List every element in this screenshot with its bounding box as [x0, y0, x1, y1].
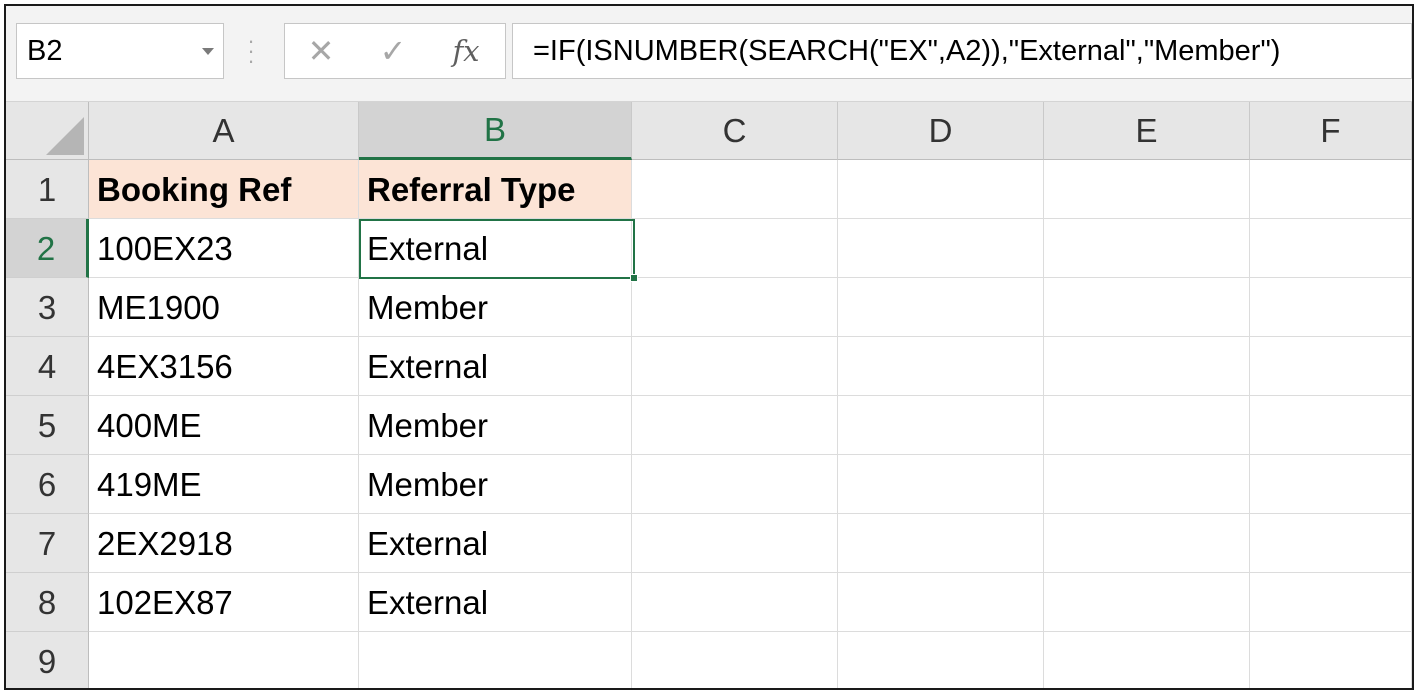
cell-c8[interactable] — [632, 573, 838, 632]
cell-f1[interactable] — [1250, 160, 1412, 219]
cell-f7[interactable] — [1250, 514, 1412, 573]
cell-d7[interactable] — [838, 514, 1044, 573]
row-header-9[interactable]: 9 — [6, 632, 89, 688]
spreadsheet-grid: A B C D E F 1 2 3 4 5 6 7 8 9 Booking Re… — [6, 102, 1412, 688]
name-box-value: B2 — [27, 35, 63, 67]
row-header-2[interactable]: 2 — [6, 219, 89, 278]
cell-c6[interactable] — [632, 455, 838, 514]
cell-e6[interactable] — [1044, 455, 1250, 514]
row-header-3[interactable]: 3 — [6, 278, 89, 337]
cell-e3[interactable] — [1044, 278, 1250, 337]
cell-e2[interactable] — [1044, 219, 1250, 278]
cell-c2[interactable] — [632, 219, 838, 278]
row-header-6[interactable]: 6 — [6, 455, 89, 514]
cell-c5[interactable] — [632, 396, 838, 455]
cell-a2[interactable]: 100EX23 — [89, 219, 359, 278]
formula-input[interactable]: =IF(ISNUMBER(SEARCH("EX",A2)),"External"… — [512, 23, 1412, 79]
row-header-7[interactable]: 7 — [6, 514, 89, 573]
cell-a4[interactable]: 4EX3156 — [89, 337, 359, 396]
row-header-8[interactable]: 8 — [6, 573, 89, 632]
cell-d9[interactable] — [838, 632, 1044, 688]
formula-bar: B2 · · · ✕ ✓ fx =IF(ISNUMBER(SEARCH("EX",A… — [6, 6, 1412, 102]
cell-a3[interactable]: ME1900 — [89, 278, 359, 337]
cell-f9[interactable] — [1250, 632, 1412, 688]
check-icon[interactable]: ✓ — [371, 24, 415, 78]
cell-b5[interactable]: Member — [359, 396, 632, 455]
cell-c7[interactable] — [632, 514, 838, 573]
cell-f6[interactable] — [1250, 455, 1412, 514]
cell-e4[interactable] — [1044, 337, 1250, 396]
cell-a9[interactable] — [89, 632, 359, 688]
chevron-down-icon[interactable] — [202, 48, 214, 55]
column-header-f[interactable]: F — [1250, 102, 1412, 160]
cell-a5[interactable]: 400ME — [89, 396, 359, 455]
cell-a8[interactable]: 102EX87 — [89, 573, 359, 632]
close-icon[interactable]: ✕ — [299, 24, 343, 78]
cell-f5[interactable] — [1250, 396, 1412, 455]
cell-a1[interactable]: Booking Ref — [89, 160, 359, 219]
fill-handle[interactable] — [630, 274, 638, 282]
cell-d6[interactable] — [838, 455, 1044, 514]
cell-b4[interactable]: External — [359, 337, 632, 396]
cell-d4[interactable] — [838, 337, 1044, 396]
cell-b8[interactable]: External — [359, 573, 632, 632]
cell-a6[interactable]: 419ME — [89, 455, 359, 514]
cell-d8[interactable] — [838, 573, 1044, 632]
column-header-b[interactable]: B — [359, 102, 632, 160]
cell-e8[interactable] — [1044, 573, 1250, 632]
vertical-dots-icon[interactable]: · · · — [244, 30, 258, 72]
cell-f4[interactable] — [1250, 337, 1412, 396]
formula-buttons: ✕ ✓ fx — [284, 23, 506, 79]
cell-b6[interactable]: Member — [359, 455, 632, 514]
column-header-a[interactable]: A — [89, 102, 359, 160]
cell-e7[interactable] — [1044, 514, 1250, 573]
select-all-button[interactable] — [6, 102, 89, 160]
excel-window: B2 · · · ✕ ✓ fx =IF(ISNUMBER(SEARCH("EX",A… — [4, 4, 1414, 690]
cell-c9[interactable] — [632, 632, 838, 688]
row-header-1[interactable]: 1 — [6, 160, 89, 219]
cell-d2[interactable] — [838, 219, 1044, 278]
row-header-4[interactable]: 4 — [6, 337, 89, 396]
name-box[interactable]: B2 — [16, 23, 224, 79]
cell-d1[interactable] — [838, 160, 1044, 219]
row-header-5[interactable]: 5 — [6, 396, 89, 455]
cell-e5[interactable] — [1044, 396, 1250, 455]
cell-f3[interactable] — [1250, 278, 1412, 337]
cell-f8[interactable] — [1250, 573, 1412, 632]
cell-d3[interactable] — [838, 278, 1044, 337]
cell-c4[interactable] — [632, 337, 838, 396]
column-header-c[interactable]: C — [632, 102, 838, 160]
cell-b7[interactable]: External — [359, 514, 632, 573]
select-all-triangle-icon — [46, 117, 84, 155]
insert-function-icon[interactable]: fx — [441, 24, 491, 78]
cell-e1[interactable] — [1044, 160, 1250, 219]
column-header-e[interactable]: E — [1044, 102, 1250, 160]
cell-c1[interactable] — [632, 160, 838, 219]
cell-a7[interactable]: 2EX2918 — [89, 514, 359, 573]
cell-e9[interactable] — [1044, 632, 1250, 688]
cell-d5[interactable] — [838, 396, 1044, 455]
cell-b1[interactable]: Referral Type — [359, 160, 632, 219]
cell-f2[interactable] — [1250, 219, 1412, 278]
cell-b3[interactable]: Member — [359, 278, 632, 337]
column-header-d[interactable]: D — [838, 102, 1044, 160]
cell-b2[interactable]: External — [359, 219, 632, 278]
cell-b9[interactable] — [359, 632, 632, 688]
cell-c3[interactable] — [632, 278, 838, 337]
